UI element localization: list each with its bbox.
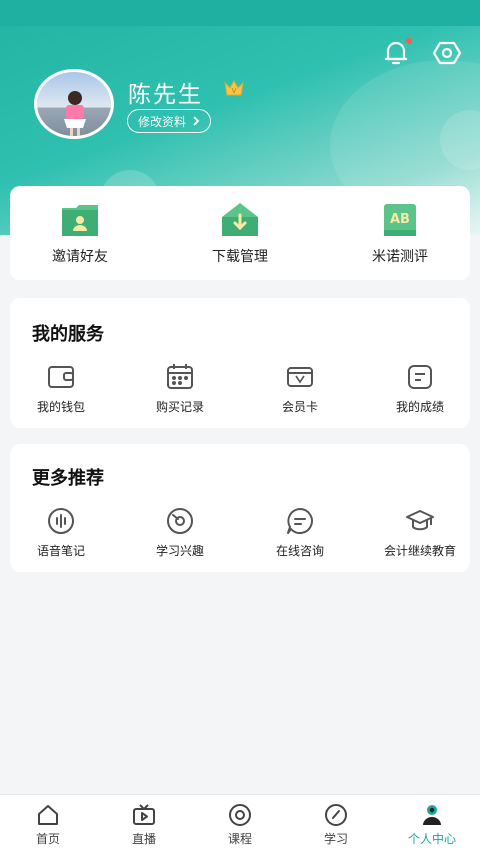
download-folder-icon [220, 200, 260, 240]
wallet-button[interactable]: 我的钱包 [6, 362, 116, 415]
online-consult-label: 在线咨询 [275, 544, 324, 558]
purchase-history-button[interactable]: 购买记录 [125, 362, 235, 415]
accounting-education-button[interactable]: 会计继续教育 [365, 506, 475, 559]
nav-live[interactable]: 直播 [96, 795, 192, 854]
nav-course[interactable]: 课程 [192, 795, 288, 854]
ab-book-icon: AB [380, 200, 420, 240]
voice-notes-label: 语音笔记 [36, 544, 85, 558]
chat-icon [285, 506, 315, 536]
invite-friends-button[interactable]: 邀请好友 [30, 200, 130, 266]
tv-icon [132, 803, 156, 827]
learning-interest-button[interactable]: 学习兴趣 [125, 506, 235, 559]
person-icon [420, 803, 444, 827]
wallet-label: 我的钱包 [36, 400, 85, 414]
voice-icon [46, 506, 76, 536]
svg-text:AB: AB [390, 212, 410, 227]
home-icon [36, 803, 60, 827]
compass-icon [324, 803, 348, 827]
user-folder-icon [60, 200, 100, 240]
learning-interest-label: 学习兴趣 [155, 544, 204, 558]
vip-badge-text: V [232, 87, 237, 95]
vip-card-label: 会员卡 [281, 400, 318, 414]
section-title: 我的服务 [32, 324, 104, 345]
vip-card-icon [285, 362, 315, 392]
edit-profile-label: 修改资料 [138, 114, 187, 129]
vip-card-button[interactable]: 会员卡 [245, 362, 355, 415]
more-recommendations-card: 更多推荐 语音笔记 学习兴趣 在线咨询 会计继续教育 [10, 444, 470, 572]
vip-crown-icon: V [223, 78, 245, 98]
nav-profile[interactable]: 个人中心 [384, 795, 480, 854]
status-bar [0, 0, 480, 26]
voice-notes-button[interactable]: 语音笔记 [6, 506, 116, 559]
my-services-card: 我的服务 我的钱包 购买记录 会员卡 我的成绩 [10, 298, 470, 428]
avatar[interactable] [34, 69, 114, 139]
notification-dot [406, 38, 412, 44]
my-scores-button[interactable]: 我的成绩 [365, 362, 475, 415]
nav-profile-label: 个人中心 [407, 832, 456, 846]
nav-study-label: 学习 [323, 832, 348, 846]
mino-assessment-button[interactable]: AB 米诺测评 [350, 200, 450, 266]
online-consult-button[interactable]: 在线咨询 [245, 506, 355, 559]
username: 陈先生 [128, 82, 203, 108]
nav-home-label: 首页 [35, 832, 60, 846]
nav-course-label: 课程 [227, 832, 252, 846]
score-icon [405, 362, 435, 392]
purchase-history-label: 购买记录 [155, 400, 204, 414]
course-icon [228, 803, 252, 827]
nav-home[interactable]: 首页 [0, 795, 96, 854]
my-scores-label: 我的成绩 [395, 400, 444, 414]
accounting-education-label: 会计继续教育 [383, 544, 456, 558]
nav-live-label: 直播 [131, 832, 156, 846]
settings-icon[interactable] [432, 38, 462, 68]
mino-assessment-label: 米诺测评 [372, 249, 428, 265]
download-manager-label: 下载管理 [212, 249, 268, 265]
calendar-icon [165, 362, 195, 392]
interest-icon [165, 506, 195, 536]
bottom-nav: 首页 直播 课程 学习 个人中心 [0, 794, 480, 854]
section-title: 更多推荐 [32, 468, 104, 489]
chevron-right-icon [193, 116, 200, 126]
edit-profile-button[interactable]: 修改资料 [127, 109, 212, 133]
notification-bell-icon[interactable] [381, 38, 412, 68]
invite-friends-label: 邀请好友 [52, 249, 108, 265]
nav-study[interactable]: 学习 [288, 795, 384, 854]
wallet-icon [46, 362, 76, 392]
download-manager-button[interactable]: 下载管理 [190, 200, 290, 266]
quick-actions-card: 邀请好友 下载管理 AB 米诺测评 [10, 186, 470, 280]
graduation-cap-icon [405, 506, 435, 536]
